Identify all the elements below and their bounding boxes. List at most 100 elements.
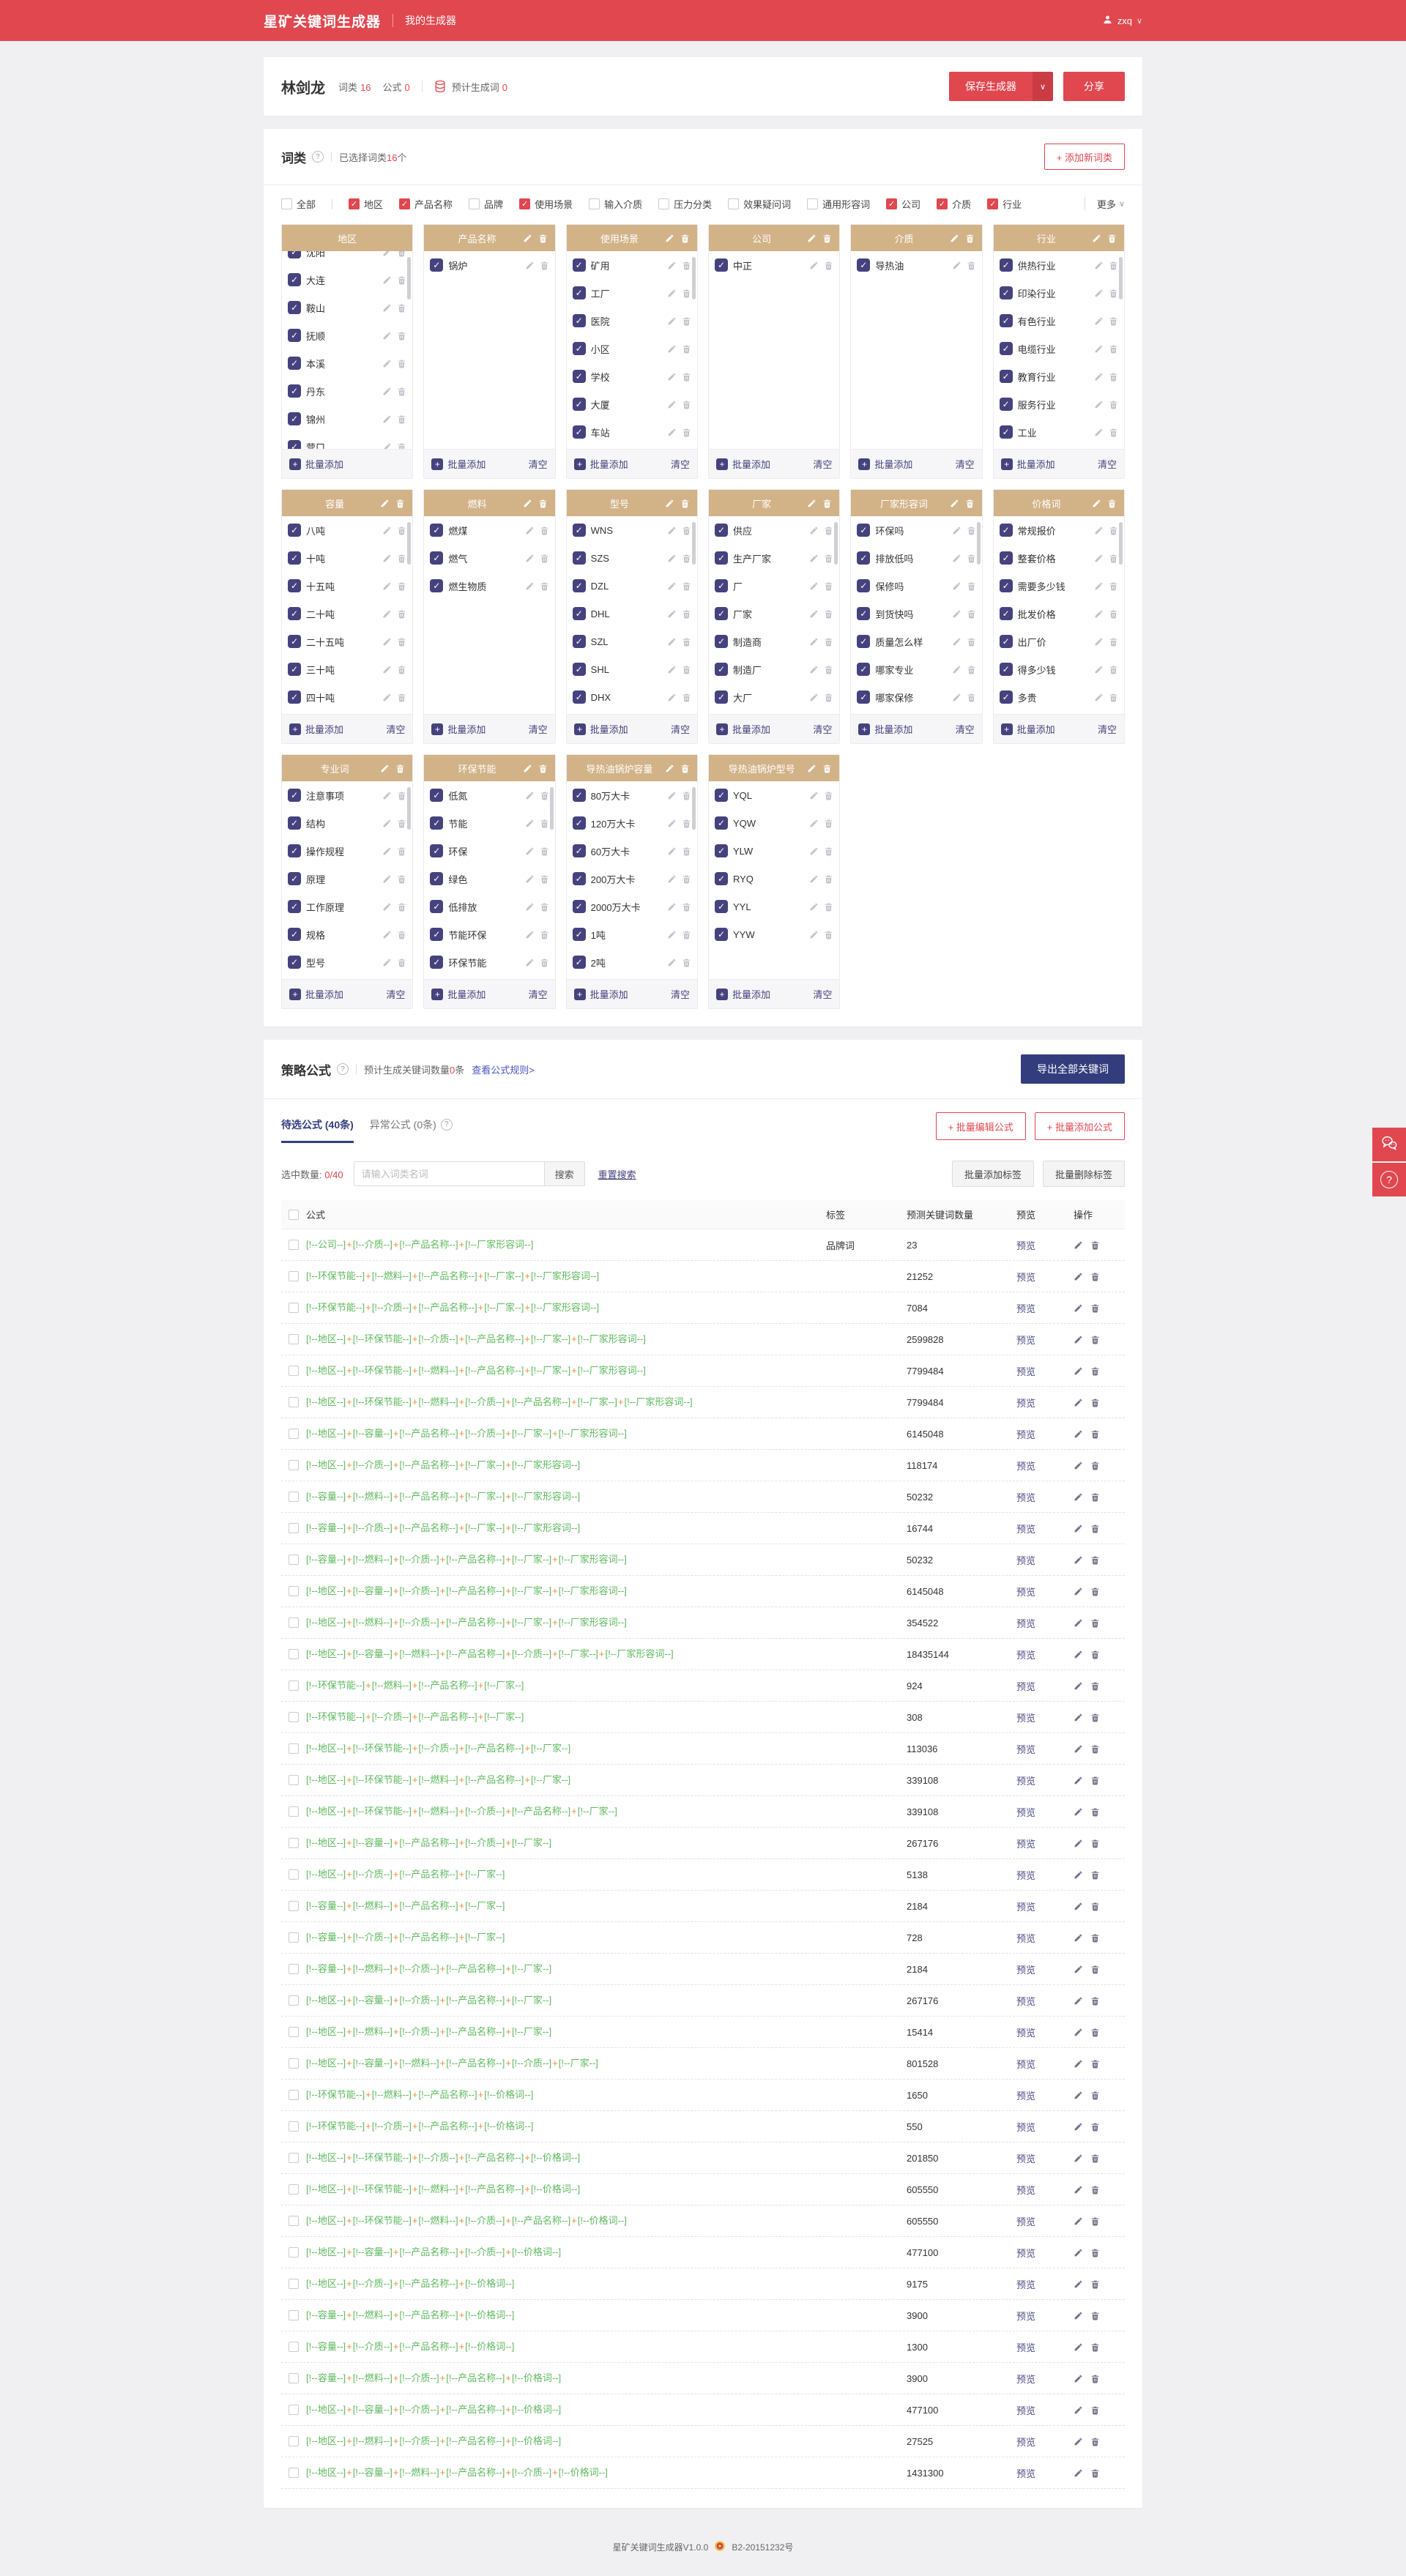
delete-icon[interactable] [540,581,549,591]
item-checkbox[interactable]: ✓ [572,258,586,272]
edit-icon[interactable] [382,303,392,313]
delete-icon[interactable] [1090,1366,1100,1376]
delete-icon[interactable] [1090,2437,1100,2446]
delete-icon[interactable] [1090,1870,1100,1880]
item-checkbox[interactable]: ✓ [288,872,301,885]
delete-icon[interactable] [1090,1240,1100,1250]
wordclass-item-list[interactable]: ✓ 供应 ✓ 生产厂家 ✓ 厂 ✓ 厂家 ✓ 制造商 ✓ 制造厂 ✓ 大厂 [708,516,840,714]
delete-icon[interactable] [1109,428,1118,437]
edit-icon[interactable] [809,693,819,702]
row-checkbox[interactable] [289,1964,299,1974]
edit-icon[interactable] [809,902,819,912]
edit-icon[interactable] [382,554,392,563]
item-checkbox[interactable]: ✓ [572,524,586,537]
edit-icon[interactable] [1074,2185,1083,2195]
preview-link[interactable]: 预览 [1016,1490,1074,1504]
delete-icon[interactable] [1090,2342,1100,2352]
edit-icon[interactable] [525,526,535,535]
delete-icon[interactable] [1090,2028,1100,2037]
footer-icp[interactable]: B2-20151232号 [732,2541,793,2553]
delete-icon[interactable] [397,359,406,368]
scrollbar-thumb[interactable] [1118,522,1123,565]
edit-icon[interactable] [807,234,817,243]
batch-add-button[interactable]: + 批量添加 [715,987,770,1001]
delete-icon[interactable] [967,665,976,674]
edit-icon[interactable] [809,846,819,856]
preview-link[interactable]: 预览 [1016,2120,1074,2134]
row-checkbox[interactable] [289,2247,299,2257]
edit-icon[interactable] [667,316,677,326]
edit-icon[interactable] [380,764,390,773]
item-checkbox[interactable]: ✓ [572,425,586,439]
row-checkbox[interactable] [289,2090,299,2100]
item-checkbox[interactable]: ✓ [714,524,728,537]
edit-icon[interactable] [1094,665,1104,674]
item-checkbox[interactable]: ✓ [430,579,444,592]
edit-icon[interactable] [1074,1870,1083,1880]
edit-icon[interactable] [1094,400,1104,409]
edit-icon[interactable] [665,499,674,508]
delete-icon[interactable] [1090,1524,1100,1533]
edit-icon[interactable] [525,554,535,563]
save-dropdown-caret[interactable]: ∨ [1033,72,1053,101]
item-checkbox[interactable]: ✓ [288,956,301,969]
edit-icon[interactable] [1094,289,1104,298]
delete-icon[interactable] [397,819,406,828]
delete-icon[interactable] [682,261,691,270]
delete-icon[interactable] [1090,2091,1100,2100]
row-checkbox[interactable] [289,1271,299,1281]
item-checkbox[interactable]: ✓ [999,524,1013,537]
row-checkbox[interactable] [289,1334,299,1344]
wordclass-item-list[interactable]: ✓ 矿用 ✓ 工厂 ✓ 医院 ✓ 小区 ✓ 学校 ✓ 大厦 ✓ 车站 [566,251,697,449]
delete-icon[interactable] [1090,1335,1100,1344]
item-checkbox[interactable]: ✓ [572,607,586,620]
edit-icon[interactable] [952,637,961,647]
item-checkbox[interactable]: ✓ [288,384,301,398]
preview-link[interactable]: 预览 [1016,1679,1074,1693]
row-checkbox[interactable] [289,2310,299,2320]
item-checkbox[interactable]: ✓ [288,844,301,857]
item-checkbox[interactable]: ✓ [572,690,586,704]
item-checkbox[interactable]: ✓ [288,663,301,676]
item-checkbox[interactable]: ✓ [430,551,444,565]
delete-icon[interactable] [397,331,406,340]
preview-link[interactable]: 预览 [1016,1270,1074,1284]
edit-icon[interactable] [1074,1587,1083,1596]
clear-button[interactable]: 清空 [1098,457,1117,471]
batch-add-button[interactable]: + 批量添加 [1000,722,1055,736]
edit-icon[interactable] [525,819,535,828]
row-checkbox[interactable] [289,1775,299,1785]
tab-pending-formula[interactable]: 待选公式 (40条) [281,1117,354,1143]
edit-icon[interactable] [1074,1272,1083,1281]
clear-button[interactable]: 清空 [671,457,690,471]
edit-icon[interactable] [382,693,392,702]
edit-icon[interactable] [952,581,961,591]
add-wordclass-button[interactable]: + 添加新词类 [1044,144,1125,170]
edit-icon[interactable] [382,930,392,939]
preview-link[interactable]: 预览 [1016,1427,1074,1441]
edit-icon[interactable] [667,609,677,619]
delete-icon[interactable] [397,251,406,257]
edit-icon[interactable] [1074,1335,1083,1344]
delete-icon[interactable] [1107,234,1117,243]
delete-icon[interactable] [824,665,833,674]
row-checkbox[interactable] [289,1555,299,1565]
wordclass-item-list[interactable]: ✓ 中正 [708,251,840,449]
preview-link[interactable]: 预览 [1016,2025,1074,2039]
clear-button[interactable]: 清空 [529,722,548,736]
item-checkbox[interactable]: ✓ [288,524,301,537]
edit-icon[interactable] [667,874,677,884]
reset-search-link[interactable]: 重置搜索 [598,1167,636,1181]
item-checkbox[interactable]: ✓ [572,342,586,355]
preview-link[interactable]: 预览 [1016,1238,1074,1252]
edit-icon[interactable] [382,414,392,424]
edit-icon[interactable] [382,819,392,828]
item-checkbox[interactable]: ✓ [572,551,586,565]
edit-icon[interactable] [809,609,819,619]
edit-icon[interactable] [667,372,677,381]
edit-icon[interactable] [382,958,392,967]
delete-icon[interactable] [1090,1618,1100,1628]
item-checkbox[interactable]: ✓ [430,956,444,969]
delete-icon[interactable] [1109,261,1118,270]
filter-行业[interactable]: ✓ 行业 [987,197,1022,211]
